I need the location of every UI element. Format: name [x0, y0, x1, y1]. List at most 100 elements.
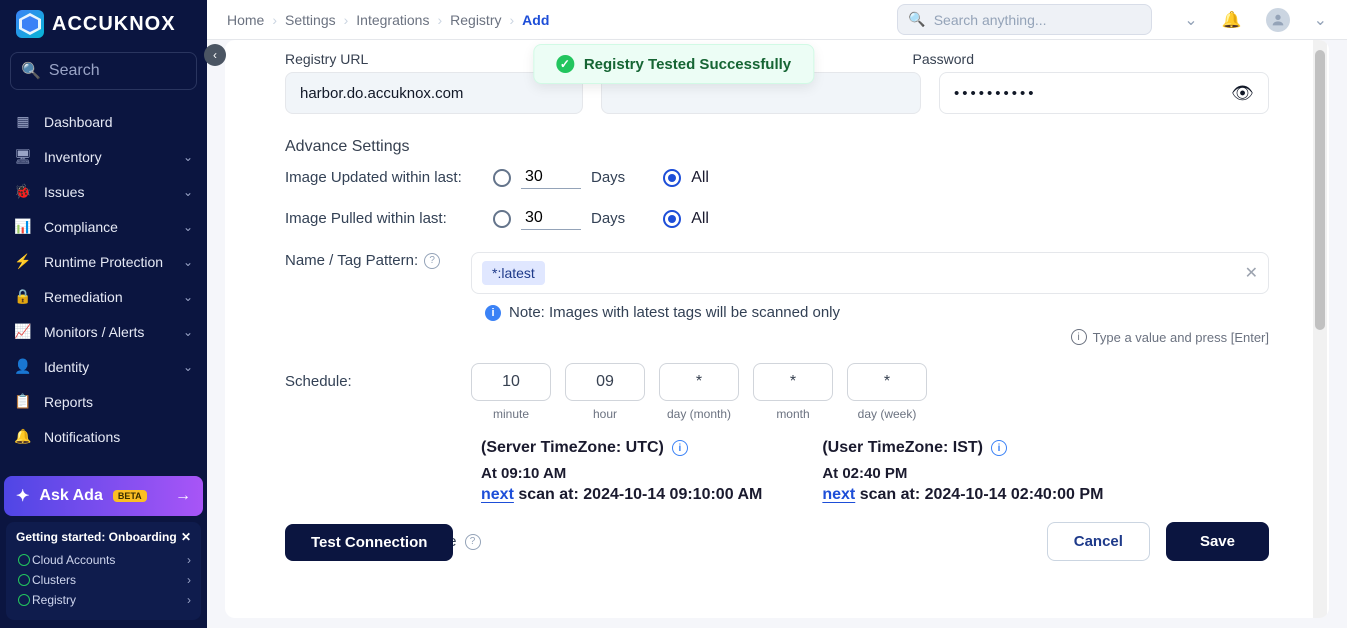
user-tz-time: At 02:40 PM: [822, 465, 1103, 482]
pattern-chip[interactable]: *:latest: [482, 261, 545, 285]
close-icon[interactable]: ✕: [181, 530, 191, 544]
global-search-placeholder: Search anything...: [934, 12, 1047, 28]
server-tz-time: At 09:10 AM: [481, 465, 762, 482]
sidebar-item-reports[interactable]: 📋Reports: [0, 384, 207, 419]
collapse-sidebar-button[interactable]: ‹: [204, 44, 226, 66]
password-input[interactable]: •••••••••• 👁: [939, 72, 1269, 114]
info-icon[interactable]: i: [672, 440, 688, 456]
chart-icon: 📊: [14, 218, 32, 235]
onboarding-panel: Getting started: Onboarding ✕ Cloud Acco…: [6, 522, 201, 620]
ask-ada-button[interactable]: ✦ Ask Ada BETA →: [4, 476, 203, 516]
pattern-label: Name / Tag Pattern:: [285, 252, 418, 269]
cron-minute-input[interactable]: 10: [471, 363, 551, 401]
search-icon: 🔍: [908, 11, 925, 28]
help-icon[interactable]: ?: [424, 253, 440, 269]
cron-hour-input[interactable]: 09: [565, 363, 645, 401]
updated-days-radio[interactable]: [493, 169, 511, 187]
pulled-all-radio[interactable]: [663, 210, 681, 228]
pulled-days-input[interactable]: [521, 207, 581, 230]
cron-month-cap: month: [776, 407, 809, 421]
registry-url-label: Registry URL: [285, 51, 368, 67]
days-unit: Days: [591, 210, 625, 227]
graph-icon: 📈: [14, 323, 32, 340]
avatar[interactable]: [1266, 8, 1290, 32]
updated-days-input[interactable]: [521, 166, 581, 189]
chevron-right-icon: ›: [187, 573, 191, 587]
server-next-link[interactable]: next: [481, 486, 514, 503]
grid-icon: ▦: [14, 113, 32, 130]
server-tz-head: (Server TimeZone: UTC): [481, 439, 664, 457]
pattern-note: Note: Images with latest tags will be sc…: [509, 304, 840, 321]
user-next-link[interactable]: next: [822, 486, 855, 503]
user-tz-head: (User TimeZone: IST): [822, 439, 983, 457]
sidebar-item-compliance[interactable]: 📊Compliance⌄: [0, 209, 207, 244]
image-pulled-label: Image Pulled within last:: [285, 209, 475, 229]
info-icon[interactable]: i: [991, 440, 1007, 456]
info-outline-icon: i: [1071, 329, 1087, 345]
sidebar-search-placeholder: Search: [49, 62, 100, 80]
dropdown-caret-icon[interactable]: ⌄: [1184, 10, 1197, 30]
server-tz-next: scan at: 2024-10-14 09:10:00 AM: [514, 486, 762, 503]
sidebar-search[interactable]: 🔍 Search: [10, 52, 197, 90]
crumb-settings[interactable]: Settings: [285, 12, 336, 28]
cron-minute-cap: minute: [493, 407, 529, 421]
sidebar-item-notifications[interactable]: 🔔Notifications: [0, 419, 207, 454]
cron-month-input[interactable]: *: [753, 363, 833, 401]
help-icon[interactable]: ?: [465, 534, 481, 550]
enter-hint: Type a value and press [Enter]: [1093, 330, 1269, 345]
days-unit: Days: [591, 169, 625, 186]
pulled-days-radio[interactable]: [493, 210, 511, 228]
arrow-right-icon: →: [175, 487, 191, 505]
sidebar-item-monitors[interactable]: 📈Monitors / Alerts⌄: [0, 314, 207, 349]
all-label: All: [691, 169, 709, 187]
sidebar-item-dashboard[interactable]: ▦Dashboard: [0, 104, 207, 139]
search-icon: 🔍: [21, 61, 41, 81]
sidebar-item-issues[interactable]: 🐞Issues⌄: [0, 174, 207, 209]
all-label: All: [691, 210, 709, 228]
crumb-home[interactable]: Home: [227, 12, 264, 28]
chevron-down-icon: ⌄: [183, 290, 193, 304]
save-button[interactable]: Save: [1166, 522, 1269, 561]
sidebar-item-runtime[interactable]: ⚡Runtime Protection⌄: [0, 244, 207, 279]
test-connection-button[interactable]: Test Connection: [285, 524, 453, 561]
sidebar-item-remediation[interactable]: 🔒Remediation⌄: [0, 279, 207, 314]
global-search[interactable]: 🔍 Search anything...: [897, 4, 1152, 35]
cancel-button[interactable]: Cancel: [1047, 522, 1150, 561]
sidebar-item-inventory[interactable]: 🖥Inventory⌄: [0, 139, 207, 174]
chevron-down-icon: ⌄: [183, 360, 193, 374]
onboard-item-cloud[interactable]: Cloud Accounts›: [16, 550, 191, 570]
fingerprint-icon: 👤: [14, 358, 32, 375]
bell-icon[interactable]: 🔔: [1222, 10, 1242, 30]
brand-text: ACCUKNOX: [52, 13, 176, 36]
brand-logo: ACCUKNOX: [0, 0, 207, 46]
breadcrumb: Home› Settings› Integrations› Registry› …: [227, 12, 549, 28]
success-toast: ✓ Registry Tested Successfully: [533, 44, 814, 84]
crumb-add: Add: [522, 12, 549, 28]
sparkle-icon: ✦: [16, 486, 29, 506]
bell-icon: 🔔: [14, 428, 32, 445]
cron-dow-cap: day (week): [858, 407, 917, 421]
chevron-down-icon: ⌄: [183, 325, 193, 339]
crumb-integrations[interactable]: Integrations: [356, 12, 429, 28]
user-menu-caret-icon[interactable]: ⌄: [1314, 10, 1327, 30]
ask-ada-label: Ask Ada: [39, 487, 102, 505]
chevron-down-icon: ⌄: [183, 150, 193, 164]
eye-icon[interactable]: 👁: [1231, 83, 1254, 104]
image-updated-label: Image Updated within last:: [285, 168, 475, 188]
main-panel: Registry URL Self signed ... Password ha…: [225, 40, 1329, 618]
user-tz-next: scan at: 2024-10-14 02:40:00 PM: [855, 486, 1103, 503]
cron-dow-input[interactable]: *: [847, 363, 927, 401]
sidebar-item-identity[interactable]: 👤Identity⌄: [0, 349, 207, 384]
pattern-input[interactable]: *:latest ✕: [471, 252, 1269, 294]
advance-settings-title: Advance Settings: [285, 138, 1269, 156]
cron-dom-input[interactable]: *: [659, 363, 739, 401]
clear-icon[interactable]: ✕: [1245, 263, 1258, 283]
info-icon: i: [485, 305, 501, 321]
updated-all-radio[interactable]: [663, 169, 681, 187]
onboard-item-clusters[interactable]: Clusters›: [16, 570, 191, 590]
logo-mark-icon: [16, 10, 44, 38]
toast-message: Registry Tested Successfully: [584, 56, 791, 73]
crumb-registry[interactable]: Registry: [450, 12, 501, 28]
onboard-item-registry[interactable]: Registry›: [16, 590, 191, 610]
side-nav: ▦Dashboard 🖥Inventory⌄ 🐞Issues⌄ 📊Complia…: [0, 100, 207, 472]
